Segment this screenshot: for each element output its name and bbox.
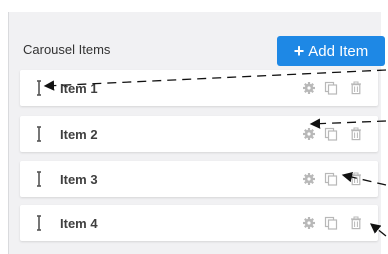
drag-handle-icon[interactable] xyxy=(34,170,44,188)
copy-icon[interactable] xyxy=(324,172,338,186)
plus-icon: + xyxy=(293,41,305,61)
drag-handle-icon[interactable] xyxy=(34,214,44,232)
list-item[interactable]: Item 1 xyxy=(20,70,378,106)
panel-title: Carousel Items xyxy=(23,42,111,57)
copy-icon[interactable] xyxy=(324,216,338,230)
list-item[interactable]: Item 4 xyxy=(20,205,378,241)
trash-icon[interactable] xyxy=(349,172,363,186)
item-label: Item 4 xyxy=(60,216,98,231)
trash-icon[interactable] xyxy=(349,216,363,230)
drag-handle-icon[interactable] xyxy=(34,125,44,143)
copy-icon[interactable] xyxy=(324,127,338,141)
item-label: Item 1 xyxy=(60,81,98,96)
trash-icon[interactable] xyxy=(349,127,363,141)
item-label: Item 3 xyxy=(60,172,98,187)
add-item-button[interactable]: + Add Item xyxy=(277,36,385,66)
trash-icon[interactable] xyxy=(349,81,363,95)
copy-icon[interactable] xyxy=(324,81,338,95)
item-label: Item 2 xyxy=(60,127,98,142)
gear-icon[interactable] xyxy=(302,127,316,141)
add-item-label: Add Item xyxy=(308,42,369,60)
gear-icon[interactable] xyxy=(302,216,316,230)
gear-icon[interactable] xyxy=(302,81,316,95)
gear-icon[interactable] xyxy=(302,172,316,186)
list-item[interactable]: Item 3 xyxy=(20,161,378,197)
list-item[interactable]: Item 2 xyxy=(20,116,378,152)
drag-handle-icon[interactable] xyxy=(34,79,44,97)
